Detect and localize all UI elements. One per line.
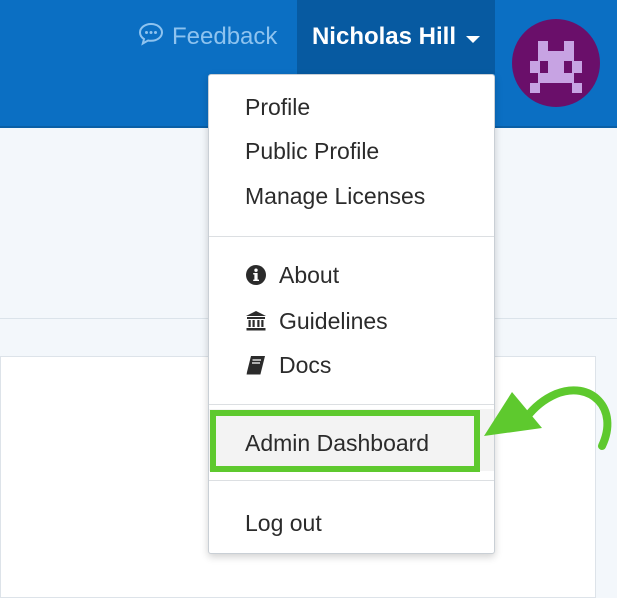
institution-icon	[245, 310, 271, 332]
menu-divider	[209, 236, 494, 237]
user-dropdown-menu: Profile Public Profile Manage Licenses A…	[208, 74, 495, 554]
menu-item-label: Public Profile	[245, 137, 380, 164]
user-name: Nicholas Hill	[311, 23, 457, 50]
menu-item-guidelines[interactable]: Guidelines	[209, 301, 494, 341]
menu-item-label: Profile	[245, 93, 311, 120]
feedback-label: Feedback	[172, 23, 278, 50]
book-icon	[245, 354, 271, 376]
menu-item-label: About	[279, 261, 340, 288]
caret-down-icon	[466, 35, 481, 43]
highlight-annotation-box	[210, 410, 480, 472]
menu-item-label: Docs	[279, 351, 332, 378]
menu-item-label: Log out	[245, 509, 322, 536]
info-circle-icon	[245, 264, 271, 286]
menu-item-label: Manage Licenses	[245, 182, 426, 209]
speech-bubble-icon	[138, 22, 164, 53]
identicon-icon	[530, 41, 582, 93]
feedback-link[interactable]: Feedback	[138, 20, 277, 54]
menu-divider	[209, 404, 494, 405]
menu-item-log-out[interactable]: Log out	[209, 503, 494, 543]
avatar[interactable]	[512, 19, 600, 107]
curved-arrow-icon	[484, 386, 612, 450]
menu-divider	[209, 480, 494, 481]
menu-item-public-profile[interactable]: Public Profile	[209, 131, 494, 171]
menu-item-about[interactable]: About	[209, 255, 494, 295]
menu-item-profile[interactable]: Profile	[209, 87, 494, 127]
menu-item-docs[interactable]: Docs	[209, 345, 494, 385]
menu-item-manage-licenses[interactable]: Manage Licenses	[209, 176, 494, 216]
menu-item-label: Guidelines	[279, 307, 388, 334]
user-menu-button[interactable]: Nicholas Hill	[297, 0, 495, 74]
